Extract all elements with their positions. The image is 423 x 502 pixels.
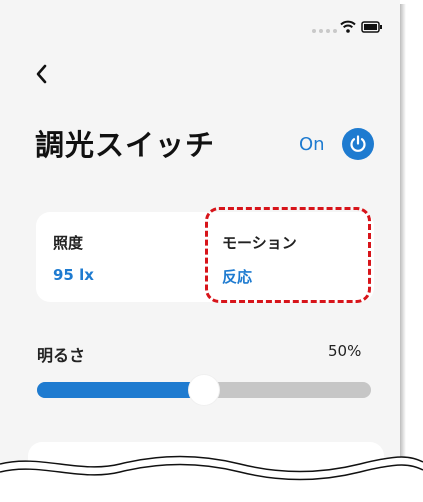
battery-icon	[361, 21, 382, 33]
slider-fill	[37, 382, 190, 398]
page-title: 調光スイッチ	[35, 128, 216, 162]
brightness-slider[interactable]	[37, 372, 371, 408]
chevron-left-icon[interactable]	[30, 62, 54, 86]
power-icon	[350, 135, 366, 152]
illuminance-label: 照度	[53, 234, 84, 252]
illuminance-value: 95 lx	[53, 266, 94, 284]
status-bar	[0, 0, 400, 48]
device-screen: 調光スイッチ On 照度 95 lx モーション 反応 明るさ 50%	[0, 0, 400, 470]
illuminance-cell: 照度 95 lx	[36, 212, 205, 302]
wifi-icon	[340, 20, 356, 33]
torn-edge	[0, 455, 423, 502]
page-edge-shadow	[400, 4, 406, 474]
power-button[interactable]	[342, 128, 374, 160]
brightness-label: 明るさ	[37, 346, 86, 365]
power-state-label: On	[299, 134, 325, 155]
status-dots	[312, 29, 337, 33]
slider-thumb[interactable]	[189, 375, 219, 405]
brightness-value: 50%	[328, 342, 362, 360]
motion-highlight	[205, 207, 371, 303]
